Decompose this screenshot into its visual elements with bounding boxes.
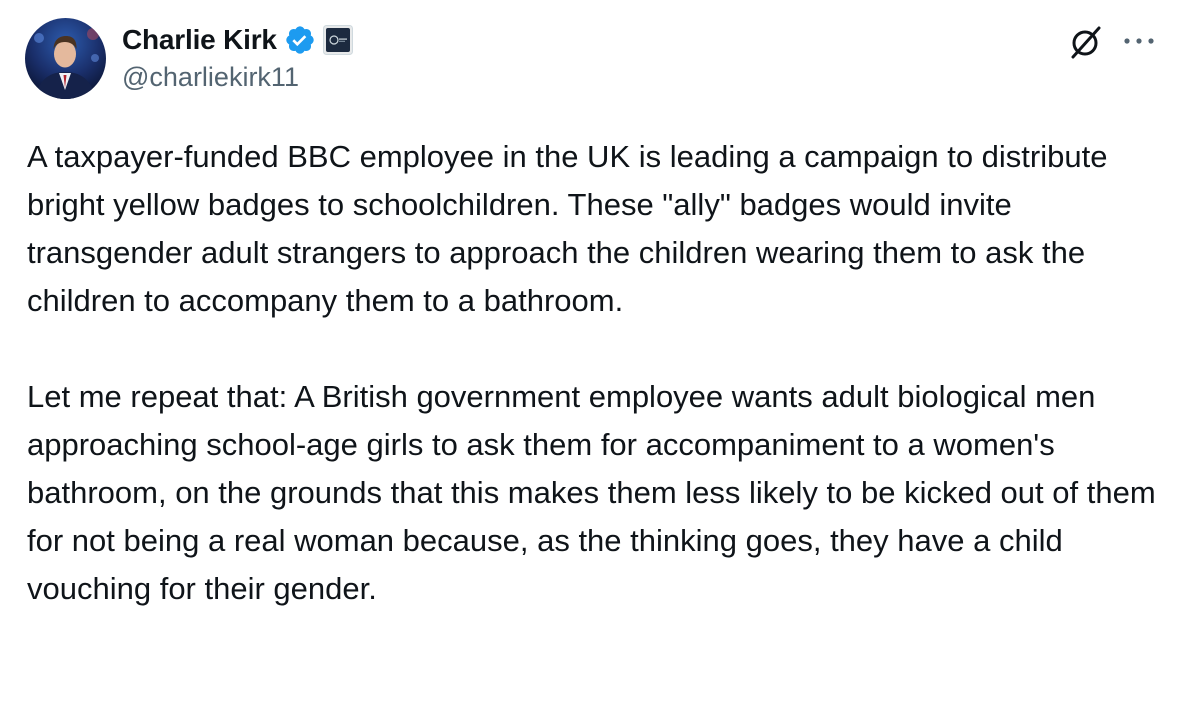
author-name-row: Charlie Kirk xyxy=(122,22,353,58)
grok-slash-icon[interactable] xyxy=(1068,24,1104,60)
verified-badge-icon[interactable] xyxy=(284,24,316,56)
tweet-paragraph: A taxpayer-funded BBC employee in the UK… xyxy=(27,139,1108,318)
author-handle[interactable]: @charliekirk11 xyxy=(122,62,299,93)
tweet-body: A taxpayer-funded BBC employee in the UK… xyxy=(27,133,1172,613)
author-display-name[interactable]: Charlie Kirk xyxy=(122,24,277,56)
organization-affiliate-icon[interactable] xyxy=(322,25,353,55)
tweet-paragraph: Let me repeat that: A British government… xyxy=(27,379,1156,606)
tweet-post: Charlie Kirk @charliekirk11 A taxpayer-f… xyxy=(0,0,1187,701)
avatar[interactable] xyxy=(25,18,106,99)
more-horizontal-icon[interactable] xyxy=(1122,34,1156,48)
avatar-image xyxy=(25,18,106,99)
